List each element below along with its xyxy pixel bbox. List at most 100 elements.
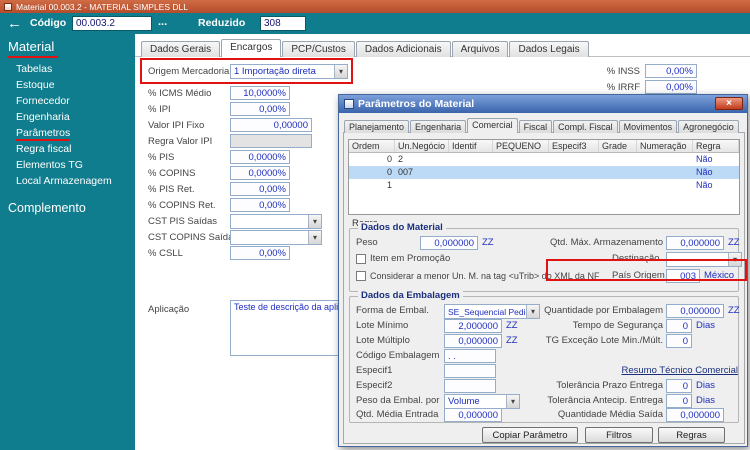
tab-encargos[interactable]: Encargos	[221, 39, 282, 57]
field-label: Peso da Embal. por	[356, 395, 440, 406]
qtd-max-armazenamento-input[interactable]: 0,000000	[666, 236, 724, 250]
especif1-row: Especif1 Resumo Técnico Comercial	[350, 364, 738, 378]
sidebar-item-engenharia[interactable]: Engenharia	[0, 109, 135, 125]
sidebar-item-estoque[interactable]: Estoque	[0, 77, 135, 93]
field-label: Regra Valor IPI	[148, 136, 213, 147]
valor-ipi-fixo-input[interactable]: 0,00000	[230, 118, 312, 132]
sidebar-item-fornecedor[interactable]: Fornecedor	[0, 93, 135, 109]
tab-comercial[interactable]: Comercial	[467, 118, 518, 133]
close-button[interactable]: ×	[715, 97, 743, 110]
grid-row-selected[interactable]: 0 007 Não	[349, 166, 739, 179]
tab-compl-fiscal[interactable]: Compl. Fiscal	[553, 120, 618, 133]
sidebar-item-local-armazenagem[interactable]: Local Armazenagem	[0, 173, 135, 189]
destinacao-select[interactable]: ▾	[666, 252, 742, 267]
tab-dados-adicionais[interactable]: Dados Adicionais	[355, 41, 451, 57]
peso-input[interactable]: 0,000000	[420, 236, 478, 250]
inss-input[interactable]: 0,00%	[645, 64, 697, 78]
ipi-input[interactable]: 0,00%	[230, 102, 290, 116]
sidebar-item-tabelas[interactable]: Tabelas	[0, 61, 135, 77]
resumo-tecnico-link[interactable]: Resumo Técnico Comercial	[530, 364, 738, 378]
pis-input[interactable]: 0,0000%	[230, 150, 290, 164]
tab-engenharia[interactable]: Engenharia	[410, 120, 467, 133]
peso-embal-por-select[interactable]: Volume ▾	[444, 394, 520, 409]
grid-row[interactable]: 1 Não	[349, 179, 739, 192]
checkbox-label: Item em Promoção	[370, 253, 451, 264]
qtd-media-entrada-input[interactable]: 0,000000	[444, 408, 502, 422]
unit-label: Dias	[696, 395, 716, 406]
tab-movimentos[interactable]: Movimentos	[618, 120, 678, 133]
field-label: Aplicação	[148, 304, 190, 315]
parametros-grid: Ordem Un.Negócio Identif PEQUENO Especif…	[348, 139, 740, 215]
close-icon: ×	[726, 98, 732, 109]
tab-pcp-custos[interactable]: PCP/Custos	[282, 41, 355, 57]
lote-minimo-row: Lote Mínimo 2,000000 ZZ Tempo de Seguran…	[350, 319, 738, 333]
qtd-media-entrada-row: Qtd. Média Entrada 0,000000 Quantidade M…	[350, 408, 738, 422]
grid-header-identif[interactable]: Identif	[449, 140, 493, 152]
cst-cofins-saidas-select[interactable]: ▾	[230, 230, 322, 245]
tab-dados-legais[interactable]: Dados Legais	[509, 41, 589, 57]
lote-minimo-input[interactable]: 2,000000	[444, 319, 502, 333]
tg-excecao-input[interactable]: 0	[666, 334, 692, 348]
grid-row[interactable]: 0 2 Não	[349, 153, 739, 166]
tab-planejamento[interactable]: Planejamento	[344, 120, 410, 133]
tolerancia-prazo-input[interactable]: 0	[666, 379, 692, 393]
irrf-input[interactable]: 0,00%	[645, 80, 697, 94]
regras-button[interactable]: Regras	[658, 427, 725, 443]
tolerancia-antecip-input[interactable]: 0	[666, 394, 692, 408]
field-label: Especif1	[356, 365, 393, 376]
peso-row: Peso 0,000000 ZZ Qtd. Máx. Armazenamento…	[350, 236, 740, 250]
sidebar-heading-material: Material	[0, 34, 135, 61]
grid-header-numeracao[interactable]: Numeração	[637, 140, 693, 152]
grid-header-especif3[interactable]: Especif3	[549, 140, 599, 152]
pais-origem-input[interactable]: 003	[666, 269, 700, 283]
tab-fiscal[interactable]: Fiscal	[518, 120, 553, 133]
cst-pis-saidas-select[interactable]: ▾	[230, 214, 322, 229]
tab-strip: Dados Gerais Encargos PCP/Custos Dados A…	[141, 39, 590, 57]
cofins-input[interactable]: 0,0000%	[230, 166, 290, 180]
tab-arquivos[interactable]: Arquivos	[451, 41, 509, 57]
pais-origem-text: México	[704, 270, 735, 281]
field-label: Especif2	[356, 380, 393, 391]
dialog-titlebar[interactable]: Parâmetros do Material ×	[339, 95, 747, 113]
sidebar-item-parametros[interactable]: Parâmetros	[0, 125, 135, 141]
reduzido-label: Reduzido	[198, 17, 246, 29]
tab-dados-gerais[interactable]: Dados Gerais	[141, 41, 221, 57]
chevron-down-icon: ▾	[308, 215, 321, 228]
grid-header-pequeno[interactable]: PEQUENO	[493, 140, 549, 152]
tab-agronegocio[interactable]: Agronegócio	[678, 120, 739, 133]
codigo-embalagem-input[interactable]: . .	[444, 349, 496, 363]
grid-header-grade[interactable]: Grade	[599, 140, 637, 152]
lote-multiplo-input[interactable]: 0,000000	[444, 334, 502, 348]
reduzido-input[interactable]: 308	[260, 16, 306, 31]
codigo-input[interactable]: 00.003.2	[72, 16, 152, 31]
back-icon[interactable]: ←	[7, 14, 22, 33]
sidebar-item-regra-fiscal[interactable]: Regra fiscal	[0, 141, 135, 157]
csll-input[interactable]: 0,00%	[230, 246, 290, 260]
field-label: % PIS	[148, 152, 175, 163]
browse-button[interactable]: ...	[158, 13, 167, 32]
filtros-button[interactable]: Filtros	[585, 427, 653, 443]
field-label: Quantidade por Embalagem	[544, 305, 663, 316]
sidebar-item-elementos-tg[interactable]: Elementos TG	[0, 157, 135, 173]
especif1-input[interactable]	[444, 364, 496, 378]
tempo-seguranca-input[interactable]: 0	[666, 319, 692, 333]
considerar-utrib-checkbox[interactable]	[356, 271, 366, 281]
pis-ret-input[interactable]: 0,00%	[230, 182, 290, 196]
cofins-ret-input[interactable]: 0,00%	[230, 198, 290, 212]
tab-page-comercial: Ordem Un.Negócio Identif PEQUENO Especif…	[343, 132, 745, 444]
item-promocao-checkbox[interactable]	[356, 254, 366, 264]
qtd-media-saida-input[interactable]: 0,000000	[666, 408, 724, 422]
field-label: CST PIS Saídas	[148, 216, 217, 227]
grid-header-regra[interactable]: Regra	[693, 140, 739, 152]
copiar-parametro-button[interactable]: Copiar Parâmetro	[482, 427, 578, 443]
field-label: Código Embalagem	[356, 350, 440, 361]
especif2-input[interactable]	[444, 379, 496, 393]
field-label: Forma de Embal.	[356, 305, 429, 316]
chevron-down-icon: ▾	[308, 231, 321, 244]
field-label: País Origem	[612, 270, 665, 281]
grid-header-un-negocio[interactable]: Un.Negócio	[395, 140, 449, 152]
unit-label: Dias	[696, 380, 716, 391]
qtd-por-embalagem-input[interactable]: 0,000000	[666, 304, 724, 318]
field-label: Tempo de Segurança	[572, 320, 663, 331]
grid-header-ordem[interactable]: Ordem	[349, 140, 395, 152]
